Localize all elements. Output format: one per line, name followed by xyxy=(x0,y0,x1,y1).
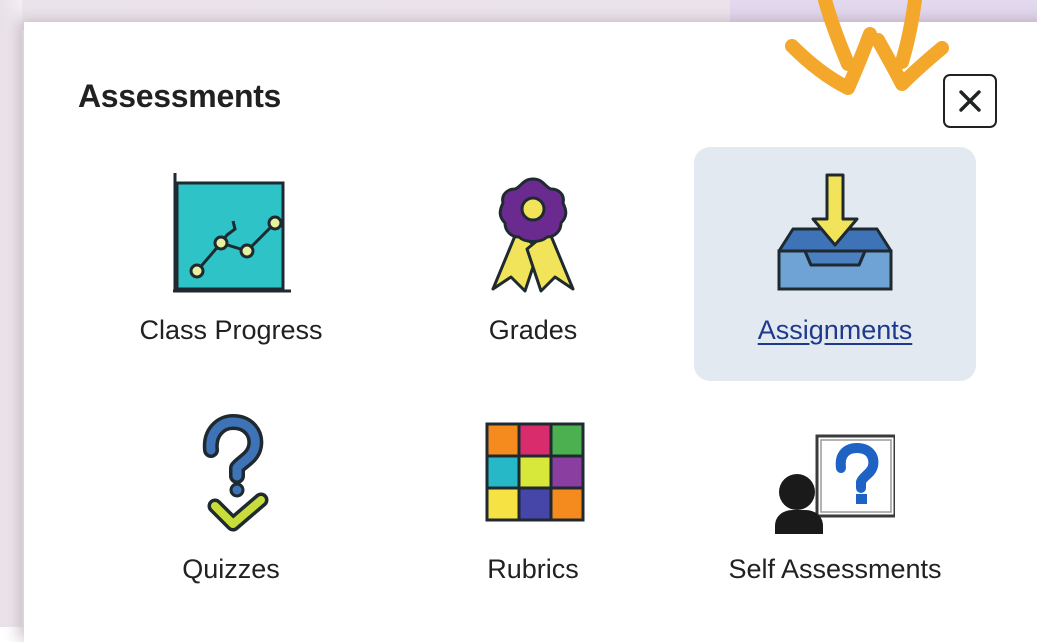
tool-assignments[interactable]: Assignments xyxy=(694,147,976,381)
question-check-icon xyxy=(202,414,269,532)
tool-rubrics[interactable]: Rubrics xyxy=(392,386,674,620)
tool-class-progress[interactable]: Class Progress xyxy=(90,147,372,381)
dialog-title: Assessments xyxy=(78,78,282,114)
person-question-icon xyxy=(775,434,895,534)
tool-label: Quizzes xyxy=(182,554,280,584)
annotation-arrows xyxy=(785,0,949,95)
tool-label: Grades xyxy=(488,315,578,345)
tool-label: Self Assessments xyxy=(728,554,942,584)
close-button[interactable] xyxy=(943,74,997,128)
tool-label: Class Progress xyxy=(139,315,323,345)
tool-grades[interactable]: Grades xyxy=(392,147,674,381)
arrow-down-icon xyxy=(871,0,949,91)
inbox-download-icon xyxy=(777,173,893,291)
tool-label: Rubrics xyxy=(487,554,579,584)
close-icon xyxy=(959,90,981,112)
background-left xyxy=(0,0,22,627)
tool-quizzes[interactable]: Quizzes xyxy=(90,386,372,620)
tool-label: Assignments xyxy=(757,315,913,345)
award-ribbon-icon xyxy=(491,177,575,293)
arrow-down-icon xyxy=(785,0,877,95)
color-grid-icon xyxy=(485,422,585,522)
tool-self-assessments[interactable]: Self Assessments xyxy=(694,386,976,620)
chart-progress-icon xyxy=(173,173,291,293)
